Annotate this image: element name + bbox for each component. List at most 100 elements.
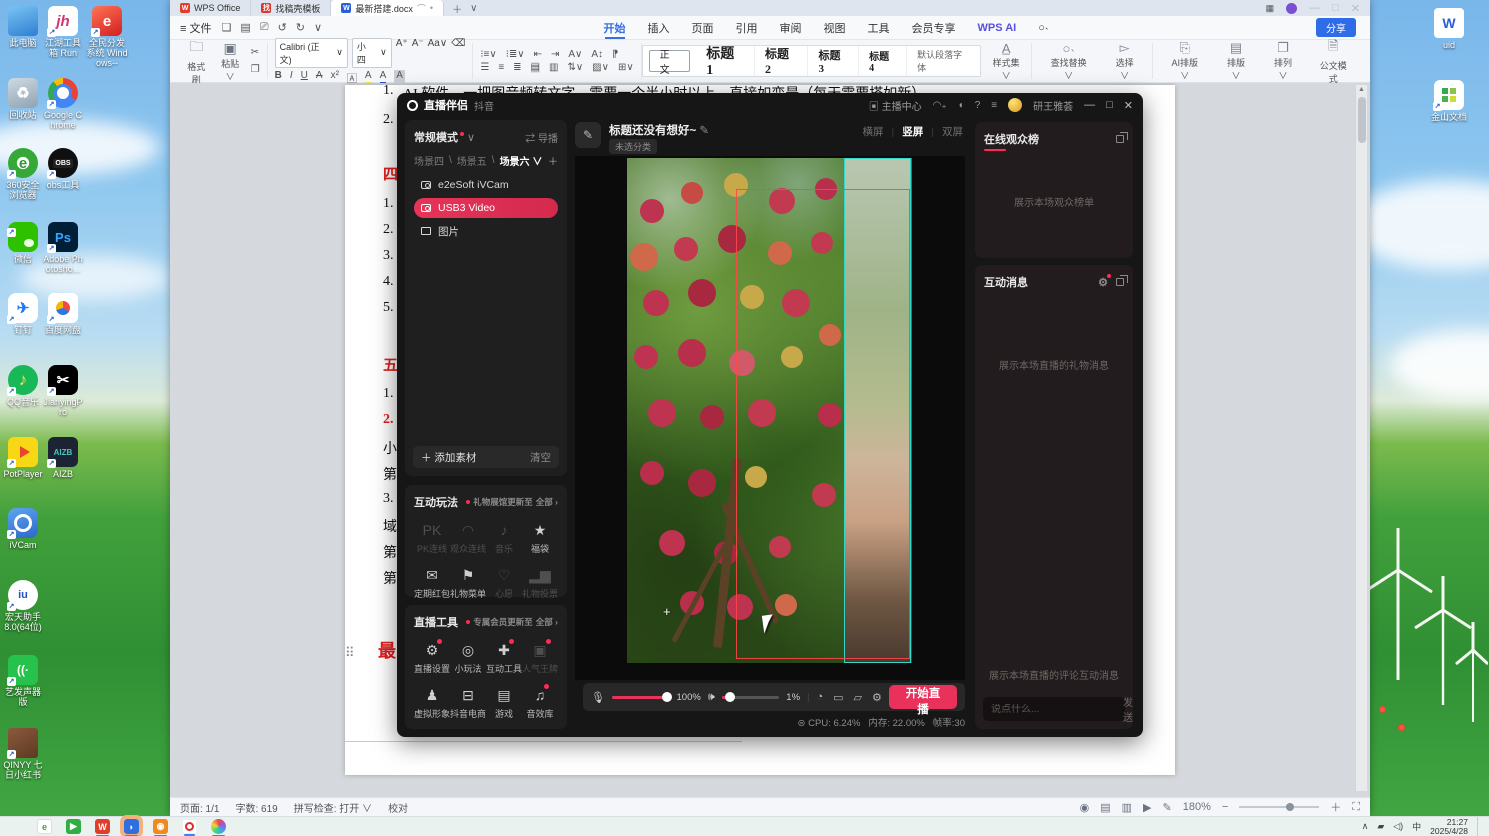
single-page-view-icon[interactable]: ▤ xyxy=(1100,801,1110,814)
desktop-icon-jinshan-doc[interactable]: 金山文档 xyxy=(1428,80,1470,122)
desktop-icon-uid[interactable]: Wuid xyxy=(1428,8,1470,50)
tab-current-doc[interactable]: W 最新搭建.docx ⌒ • xyxy=(331,0,445,16)
speaker-icon[interactable]: 🕪 xyxy=(708,691,715,704)
source-ivcam[interactable]: e2eSoft iVCam xyxy=(414,175,558,195)
justify-button[interactable]: ▤ xyxy=(530,62,540,73)
cut-icon[interactable]: ✂ xyxy=(251,47,260,58)
menu-member[interactable]: 会员专享 xyxy=(901,16,967,39)
tab-more-icon[interactable]: ⌒ xyxy=(417,2,426,15)
tool-lucky-bag[interactable]: ★ 福袋 xyxy=(522,520,558,555)
tools-all-link[interactable]: 全部 › xyxy=(536,616,558,628)
menu-page[interactable]: 页面 xyxy=(681,16,725,39)
tool-music[interactable]: ♪ 音乐 xyxy=(486,520,522,555)
message-settings-icon[interactable]: ⚙ xyxy=(1098,273,1111,289)
desktop-icon-recycle-bin[interactable]: ♻ 回收站 xyxy=(2,78,44,120)
taskbar-media-app-icon[interactable] xyxy=(211,819,226,836)
menu-view[interactable]: 视图 xyxy=(813,16,857,39)
tray-clock[interactable]: 21:27 2025/4/28 xyxy=(1430,817,1468,836)
help-icon[interactable]: ? xyxy=(975,100,981,111)
menu-reference[interactable]: 引用 xyxy=(725,16,769,39)
mic-icon[interactable]: 🎙 xyxy=(591,691,605,704)
menu-wps-ai[interactable]: WPS AI xyxy=(967,16,1028,39)
border-button[interactable]: ⊞∨ xyxy=(618,62,634,73)
zoom-out-button[interactable]: − xyxy=(1222,801,1228,813)
more-commands-chevron-icon[interactable]: ∨ xyxy=(314,21,322,34)
distribute-button[interactable]: ▥ xyxy=(549,62,558,73)
layout-grid-icon[interactable]: ▦ xyxy=(1266,3,1275,14)
taskbar-360-browser-icon[interactable]: e xyxy=(37,819,52,834)
camera-toggle-icon[interactable]: ▱ xyxy=(854,691,862,704)
source-usb3-video[interactable]: USB3 Video xyxy=(414,198,558,218)
anchor-center-button[interactable]: ▣ 主播中心 xyxy=(869,98,922,113)
tool-sound-library[interactable]: ♫ 音效库 xyxy=(522,684,558,720)
tray-hidden-icons-chevron[interactable]: ∧ xyxy=(1362,821,1369,832)
style-heading-3[interactable]: 标题 3 xyxy=(808,46,860,76)
clear-format-icon[interactable]: ⌫ xyxy=(451,38,465,68)
tool-gift-vote[interactable]: ▂▆ 礼物投票 xyxy=(522,565,558,600)
font-name-select[interactable]: Calibri (正文) ∨ xyxy=(274,37,348,68)
desktop-icon-qq-music[interactable]: ♪QQ音乐 xyxy=(2,365,44,407)
start-live-button[interactable]: 开始直播 xyxy=(888,685,957,716)
camera-feed[interactable] xyxy=(627,158,912,663)
clear-button[interactable]: 清空 xyxy=(530,450,551,465)
copy-icon[interactable]: ❐ xyxy=(251,64,260,75)
number-list-button[interactable]: ⁝≣∨ xyxy=(506,49,525,60)
app-maximize-button[interactable]: □ xyxy=(1106,99,1113,111)
save-icon[interactable]: ❏ xyxy=(221,21,231,34)
style-default-font[interactable]: 默认段落字体 xyxy=(907,46,980,76)
undo-icon[interactable]: ↺ xyxy=(278,21,287,34)
desktop-icon-voice-tool[interactable]: 艺发声器 版 xyxy=(2,655,44,707)
menu-home[interactable]: 开始 xyxy=(593,16,637,39)
edit-mode-icon[interactable]: ✎ xyxy=(1163,801,1172,814)
zoom-level[interactable]: 180% xyxy=(1183,801,1211,813)
tool-douyin-ecommerce[interactable]: ⊟ 抖音电商 xyxy=(450,685,486,720)
proofread[interactable]: 校对 xyxy=(388,800,408,815)
mode-landscape[interactable]: 横屏 xyxy=(863,124,884,139)
taskbar-green-app-icon[interactable]: ▶ xyxy=(66,819,81,834)
selection-rect[interactable] xyxy=(736,189,910,659)
tab-list-chevron-icon[interactable]: ∨ xyxy=(470,3,477,14)
wps-minimize-button[interactable]: — xyxy=(1309,2,1320,14)
start-button[interactable] xyxy=(8,819,23,834)
earback-icon[interactable]: ◔ xyxy=(816,691,823,704)
redo-icon[interactable]: ↻ xyxy=(296,21,305,34)
stream-settings-icon[interactable]: ⚙ xyxy=(872,691,882,704)
tab-wps-office[interactable]: W WPS Office xyxy=(170,0,252,16)
account-avatar[interactable] xyxy=(1286,2,1298,14)
popout-icon[interactable] xyxy=(1116,275,1128,286)
mode-label[interactable]: 常规模式 xyxy=(414,129,458,145)
print-icon[interactable]: ▤ xyxy=(240,21,250,34)
feedback-icon[interactable]: ◖ xyxy=(958,100,964,111)
show-desktop-button[interactable] xyxy=(1477,816,1481,836)
user-avatar[interactable] xyxy=(1008,98,1023,112)
style-set-button[interactable]: A̲ 样式集 ∨ xyxy=(981,41,1031,82)
change-case-icon[interactable]: Aa∨ xyxy=(428,38,448,68)
play-all-link[interactable]: 全部 › xyxy=(536,496,558,508)
scroll-up-icon[interactable]: ▲ xyxy=(1356,85,1367,95)
sort-icon[interactable]: A↕ xyxy=(591,49,603,60)
paste-button[interactable]: ▣ 粘贴 ∨ xyxy=(216,40,245,83)
scene-tab-4[interactable]: 场景四 xyxy=(414,153,444,168)
camera-preview-area[interactable] xyxy=(575,156,965,680)
tool-live-settings[interactable]: ⚙ 直播设置 xyxy=(414,639,450,675)
stream-title[interactable]: 标题还没有想好~ ✎ xyxy=(609,122,709,138)
mode-portrait[interactable]: 竖屏 xyxy=(902,124,923,139)
read-mode-icon[interactable]: ▶ xyxy=(1143,801,1151,814)
screen-share-icon[interactable]: ▭ xyxy=(833,691,843,704)
tool-mini-play[interactable]: ◎ 小玩法 xyxy=(450,640,486,675)
add-material-button[interactable]: ＋ 添加素材 xyxy=(421,450,476,465)
zoom-in-button[interactable]: ＋ xyxy=(1330,799,1341,815)
menu-tools[interactable]: 工具 xyxy=(857,16,901,39)
shrink-font-icon[interactable]: A⁻ xyxy=(412,38,424,68)
add-scene-button[interactable]: ＋ xyxy=(548,153,558,168)
desktop-icon-quanmin-system[interactable]: e全民分发系统 Windows-- xyxy=(86,6,128,68)
style-heading-2[interactable]: 标题 2 xyxy=(755,46,809,76)
desktop-icon-ivcam[interactable]: iVCam xyxy=(2,508,44,550)
popout-icon[interactable] xyxy=(1116,132,1128,143)
align-right-button[interactable]: ≣ xyxy=(513,62,521,73)
ribbon-search-icon[interactable]: ○˴ xyxy=(1027,16,1059,39)
mode-dual[interactable]: 双屏 xyxy=(942,124,963,139)
edit-title-icon[interactable]: ✎ xyxy=(575,122,601,148)
find-replace-button[interactable]: ○˴ 查找替换 ∨ xyxy=(1039,41,1098,82)
desktop-icon-qinyy[interactable]: QINYY 七日小红书 xyxy=(2,728,44,780)
